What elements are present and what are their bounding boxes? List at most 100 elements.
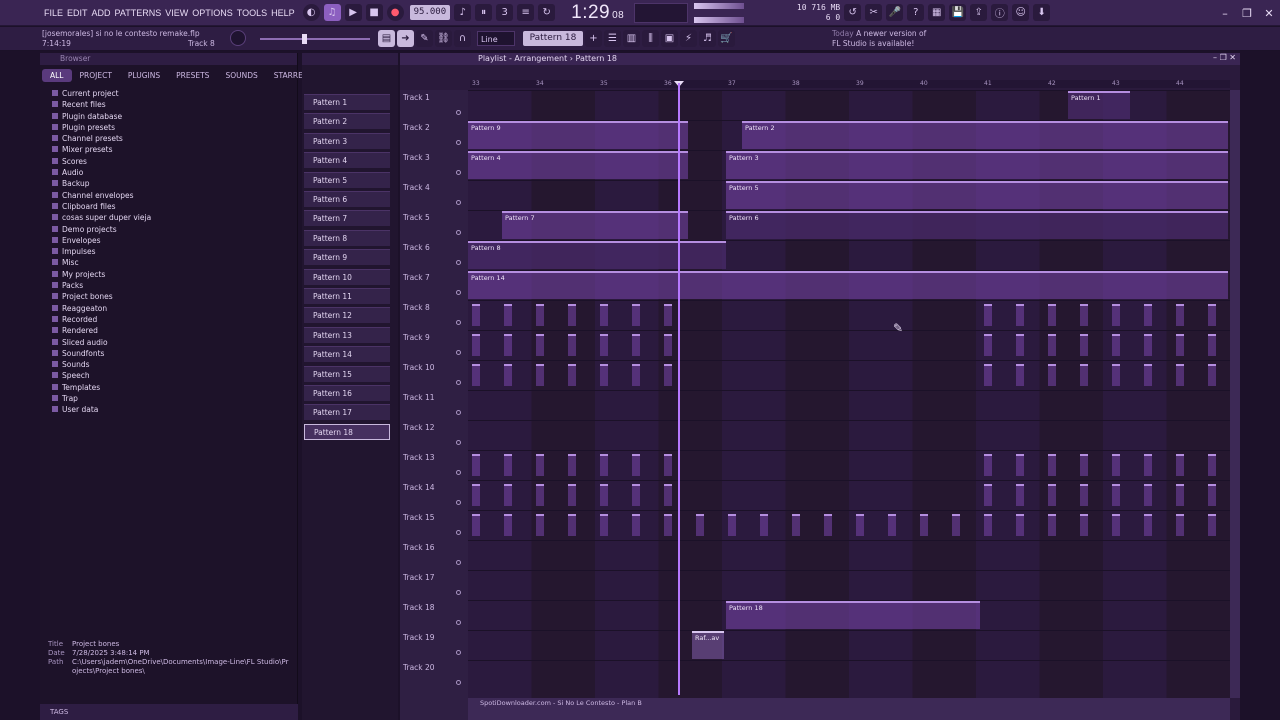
- drum-hit-clip[interactable]: [632, 514, 640, 536]
- browser-item[interactable]: Sounds: [52, 359, 297, 370]
- drum-hit-clip[interactable]: [1112, 454, 1120, 476]
- drum-hit-clip[interactable]: [984, 334, 992, 356]
- drum-hit-clip[interactable]: [696, 514, 704, 536]
- pattern-item[interactable]: Pattern 6: [304, 191, 390, 207]
- drum-hit-clip[interactable]: [1208, 454, 1216, 476]
- drum-hit-clip[interactable]: [1176, 514, 1184, 536]
- pl-close-icon[interactable]: ✕: [1229, 53, 1236, 62]
- track-label[interactable]: Track 16: [403, 543, 435, 552]
- pattern-clip[interactable]: Raf...av: [692, 631, 724, 659]
- menu-tools[interactable]: TOOLS: [237, 8, 267, 18]
- drum-hit-clip[interactable]: [600, 514, 608, 536]
- pattern-clip[interactable]: Pattern 1: [1068, 91, 1130, 119]
- track-label[interactable]: Track 20: [403, 663, 435, 672]
- browser-item[interactable]: cosas super duper vieja: [52, 212, 297, 223]
- restore-icon[interactable]: ❐: [1236, 7, 1258, 20]
- tab-plugins[interactable]: PLUGINS: [120, 69, 168, 82]
- drum-hit-clip[interactable]: [984, 484, 992, 506]
- drum-hit-clip[interactable]: [1048, 454, 1056, 476]
- track-mute-toggle[interactable]: [456, 290, 461, 295]
- drum-hit-clip[interactable]: [1112, 334, 1120, 356]
- browser-item[interactable]: My projects: [52, 269, 297, 280]
- drum-hit-clip[interactable]: [600, 454, 608, 476]
- master-pitch-knob[interactable]: ◐: [302, 4, 320, 21]
- pl-restore-icon[interactable]: ❐: [1220, 53, 1227, 62]
- pl-minimize-icon[interactable]: –: [1213, 53, 1217, 62]
- track-mute-toggle[interactable]: [456, 620, 461, 625]
- track-label[interactable]: Track 13: [403, 453, 435, 462]
- track-mute-toggle[interactable]: [456, 500, 461, 505]
- drum-hit-clip[interactable]: [632, 304, 640, 326]
- magnet-icon[interactable]: ∩: [454, 30, 471, 47]
- drum-hit-clip[interactable]: [536, 484, 544, 506]
- drum-hit-clip[interactable]: [664, 454, 672, 476]
- browser-item[interactable]: Soundfonts: [52, 348, 297, 359]
- pattern-item[interactable]: Pattern 5: [304, 171, 390, 188]
- drum-hit-clip[interactable]: [504, 454, 512, 476]
- track-mute-toggle[interactable]: [456, 590, 461, 595]
- add-pattern-icon[interactable]: +: [585, 30, 602, 47]
- drum-hit-clip[interactable]: [984, 364, 992, 386]
- drum-hit-clip[interactable]: [1208, 304, 1216, 326]
- menu-add[interactable]: ADD: [92, 8, 111, 18]
- pattern-clip[interactable]: Pattern 2: [742, 121, 1228, 149]
- browser-item[interactable]: Trap: [52, 393, 297, 404]
- track-label[interactable]: Track 19: [403, 633, 435, 642]
- pattern-clip[interactable]: Pattern 14: [468, 271, 1228, 299]
- track-mute-toggle[interactable]: [456, 350, 461, 355]
- cut-icon[interactable]: ✂: [865, 4, 883, 21]
- drum-hit-clip[interactable]: [1048, 514, 1056, 536]
- pattern-item[interactable]: Pattern 12: [304, 307, 390, 324]
- play-button[interactable]: ▶: [344, 4, 362, 21]
- wait-for-input-icon[interactable]: ⏸: [475, 4, 493, 21]
- drum-hit-clip[interactable]: [632, 484, 640, 506]
- drum-hit-clip[interactable]: [1208, 484, 1216, 506]
- stop-button[interactable]: ■: [365, 4, 383, 21]
- tab-sounds[interactable]: SOUNDS: [217, 69, 265, 82]
- chat-icon[interactable]: ☺: [1012, 4, 1030, 21]
- drum-hit-clip[interactable]: [888, 514, 896, 536]
- drum-hit-clip[interactable]: [792, 514, 800, 536]
- shop-icon[interactable]: 🛒: [718, 30, 735, 47]
- info-icon[interactable]: ⓘ: [991, 4, 1009, 21]
- drum-hit-clip[interactable]: [568, 304, 576, 326]
- menu-options[interactable]: OPTIONS: [192, 8, 233, 18]
- drum-hit-clip[interactable]: [1080, 454, 1088, 476]
- drum-hit-clip[interactable]: [1080, 304, 1088, 326]
- pattern-item[interactable]: Pattern 18: [304, 423, 390, 440]
- browser-item[interactable]: Misc: [52, 257, 297, 268]
- drum-hit-clip[interactable]: [472, 304, 480, 326]
- track-mute-toggle[interactable]: [456, 110, 461, 115]
- download-icon[interactable]: ⬇: [1033, 4, 1051, 21]
- pattern-item[interactable]: Pattern 3: [304, 132, 390, 149]
- browser-item[interactable]: Plugin database: [52, 111, 297, 122]
- track-mute-toggle[interactable]: [456, 530, 461, 535]
- piano-icon[interactable]: ▦: [928, 4, 946, 21]
- drum-hit-clip[interactable]: [1016, 334, 1024, 356]
- drum-hit-clip[interactable]: [472, 364, 480, 386]
- pattern-item[interactable]: Pattern 2: [304, 113, 390, 130]
- plugin-icon[interactable]: ⚡: [680, 30, 697, 47]
- drum-hit-clip[interactable]: [984, 514, 992, 536]
- drum-hit-clip[interactable]: [1016, 454, 1024, 476]
- drum-hit-clip[interactable]: [1208, 514, 1216, 536]
- track-mute-toggle[interactable]: [456, 260, 461, 265]
- drum-hit-clip[interactable]: [504, 484, 512, 506]
- drum-hit-clip[interactable]: [632, 334, 640, 356]
- drum-hit-clip[interactable]: [1176, 364, 1184, 386]
- drum-hit-clip[interactable]: [568, 334, 576, 356]
- drum-hit-clip[interactable]: [1112, 364, 1120, 386]
- drum-hit-clip[interactable]: [1048, 364, 1056, 386]
- menu-file[interactable]: FILE: [44, 8, 63, 18]
- track-mute-toggle[interactable]: [456, 650, 461, 655]
- track-label[interactable]: Track 12: [403, 423, 435, 432]
- drum-hit-clip[interactable]: [984, 304, 992, 326]
- browser-item[interactable]: Demo projects: [52, 224, 297, 235]
- track-mute-toggle[interactable]: [456, 560, 461, 565]
- drum-hit-clip[interactable]: [1144, 454, 1152, 476]
- pattern-item[interactable]: Pattern 10: [304, 268, 390, 285]
- track-mute-toggle[interactable]: [456, 140, 461, 145]
- pattern-selector[interactable]: Pattern 18: [523, 31, 583, 46]
- track-label[interactable]: Track 15: [403, 513, 435, 522]
- microphone-icon[interactable]: 🎤: [886, 4, 904, 21]
